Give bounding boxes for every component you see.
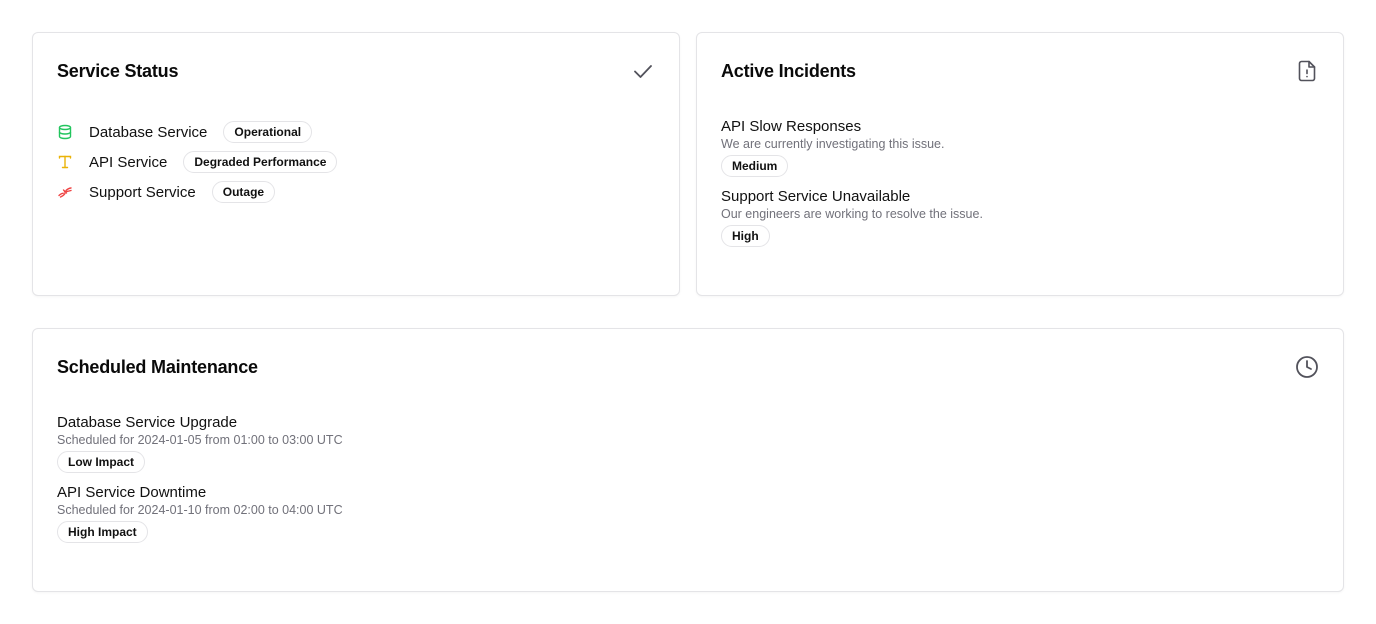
service-name: API Service — [89, 153, 168, 171]
status-badge: Operational — [223, 121, 313, 143]
maintenance-title: API Service Downtime — [57, 484, 207, 501]
impact-badge: Low Impact — [57, 451, 146, 473]
incident-item: Support Service Unavailable Our engineer… — [721, 188, 983, 247]
unlink-icon — [57, 184, 73, 200]
service-row-database: Database Service Operational — [57, 117, 337, 147]
maintenance-description: Scheduled for 2024-01-05 from 01:00 to 0… — [57, 433, 343, 447]
maintenance-list: Database Service Upgrade Scheduled for 2… — [57, 414, 343, 554]
incident-description: We are currently investigating this issu… — [721, 137, 945, 151]
incident-item: API Slow Responses We are currently inve… — [721, 118, 983, 177]
file-alert-icon — [1295, 59, 1319, 83]
scheduled-maintenance-card: Scheduled Maintenance Database Service U… — [32, 328, 1344, 592]
scheduled-maintenance-title: Scheduled Maintenance — [57, 357, 258, 377]
check-icon — [631, 59, 655, 83]
service-status-card: Service Status Database Service Operatio… — [32, 32, 680, 296]
maintenance-item: Database Service Upgrade Scheduled for 2… — [57, 414, 343, 473]
service-list: Database Service Operational API Service… — [57, 117, 338, 207]
incident-list: API Slow Responses We are currently inve… — [721, 118, 983, 258]
service-row-support: Support Service Outage — [57, 177, 337, 207]
maintenance-title: Database Service Upgrade — [57, 414, 238, 431]
maintenance-item: API Service Downtime Scheduled for 2024-… — [57, 484, 343, 543]
service-row-api: API Service Degraded Performance — [57, 147, 338, 177]
database-icon — [57, 124, 73, 140]
service-name: Database Service — [89, 123, 208, 141]
incident-title: Support Service Unavailable — [721, 188, 911, 205]
status-badge: Degraded Performance — [183, 151, 338, 173]
status-badge: Outage — [211, 181, 276, 203]
incident-description: Our engineers are working to resolve the… — [721, 207, 983, 221]
impact-badge: High Impact — [57, 521, 148, 543]
clock-icon — [1295, 355, 1319, 379]
active-incidents-card: Active Incidents API Slow Responses We a… — [696, 32, 1344, 296]
maintenance-description: Scheduled for 2024-01-10 from 02:00 to 0… — [57, 503, 343, 517]
service-status-title: Service Status — [57, 61, 179, 81]
type-icon — [57, 154, 73, 170]
severity-badge: Medium — [721, 155, 789, 177]
severity-badge: High — [721, 225, 770, 247]
service-name: Support Service — [89, 183, 196, 201]
active-incidents-title: Active Incidents — [721, 61, 856, 81]
incident-title: API Slow Responses — [721, 118, 862, 135]
